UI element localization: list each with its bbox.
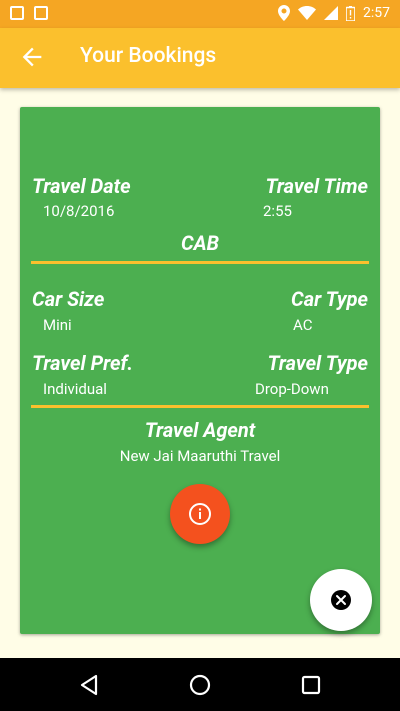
signal-icon [324, 6, 338, 20]
car-size-value: Mini [43, 316, 72, 334]
square-recents-icon [301, 675, 321, 695]
section-divider [31, 405, 369, 408]
bookings-list: Travel Date 10/8/2016 Travel Time 2:55 C… [17, 100, 383, 638]
page-title: Your Bookings [80, 44, 217, 68]
notification-square-icon [10, 6, 24, 20]
travel-time-value: 2:55 [263, 202, 292, 220]
image-notification-icon [34, 6, 48, 20]
app-bar: Your Bookings [0, 28, 400, 88]
location-icon [278, 5, 290, 21]
section-divider [31, 261, 369, 264]
info-icon [189, 503, 211, 525]
travel-type-value: Drop-Down [255, 380, 329, 398]
status-time: 2:57 [363, 5, 390, 21]
navigation-bar [0, 658, 400, 711]
circle-home-icon [189, 674, 211, 696]
travel-agent-value: New Jai Maaruthi Travel [119, 447, 281, 465]
back-button[interactable] [18, 43, 46, 71]
travel-agent-label: Travel Agent [144, 418, 256, 442]
travel-type-label: Travel Type [267, 351, 368, 375]
travel-date-value: 10/8/2016 [43, 202, 115, 220]
notification-icons [10, 6, 48, 20]
car-type-label: Car Type [291, 287, 368, 311]
battery-alert-icon [346, 5, 355, 21]
close-button[interactable] [310, 569, 372, 631]
car-size-label: Car Size [32, 287, 105, 311]
booking-card: Travel Date 10/8/2016 Travel Time 2:55 C… [20, 107, 380, 634]
travel-date-label: Travel Date [32, 174, 131, 198]
nav-recents-button[interactable] [296, 670, 326, 700]
status-bar: 2:57 [0, 0, 400, 28]
nav-back-button[interactable] [74, 670, 104, 700]
booking-type-title: CAB [180, 231, 220, 255]
info-button[interactable] [170, 484, 230, 544]
wifi-icon [298, 6, 316, 20]
arrow-left-icon [22, 47, 42, 67]
travel-pref-value: Individual [43, 380, 107, 398]
car-type-value: AC [293, 316, 313, 334]
triangle-back-icon [80, 674, 98, 696]
travel-pref-label: Travel Pref. [32, 351, 134, 375]
nav-home-button[interactable] [185, 670, 215, 700]
travel-time-label: Travel Time [265, 174, 368, 198]
close-circle-icon [331, 590, 351, 610]
system-icons: 2:57 [278, 5, 390, 21]
